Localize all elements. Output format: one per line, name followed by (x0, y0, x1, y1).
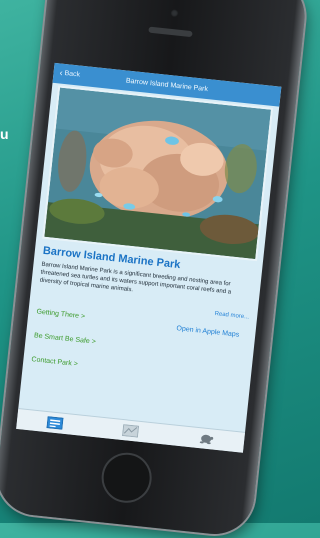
park-details: Barrow Island Marine Park Barrow Island … (22, 238, 263, 395)
contact-park-link[interactable]: Contact Park > (31, 356, 78, 368)
earpiece-speaker (148, 26, 193, 38)
app-screen: ‹ Back Barrow Island Marine Park Barrow … (16, 62, 282, 453)
chevron-left-icon: ‹ (59, 67, 64, 78)
turtle-icon[interactable] (198, 432, 215, 446)
map-icon[interactable] (121, 424, 140, 438)
coral-reef-photo (44, 87, 271, 259)
hero-image (42, 85, 274, 262)
home-button[interactable] (99, 450, 155, 506)
open-in-maps-link[interactable]: Open in Apple Maps (176, 325, 239, 339)
getting-there-link[interactable]: Getting There > (36, 308, 85, 320)
front-camera (170, 8, 179, 18)
background-partial-text: u (0, 126, 9, 142)
be-smart-be-safe-link[interactable]: Be Smart Be Safe > (34, 332, 96, 345)
phone-device: ‹ Back Barrow Island Marine Park Barrow … (0, 0, 309, 538)
tab-bar (16, 408, 246, 453)
back-label: Back (64, 70, 81, 79)
list-icon[interactable] (46, 416, 64, 430)
